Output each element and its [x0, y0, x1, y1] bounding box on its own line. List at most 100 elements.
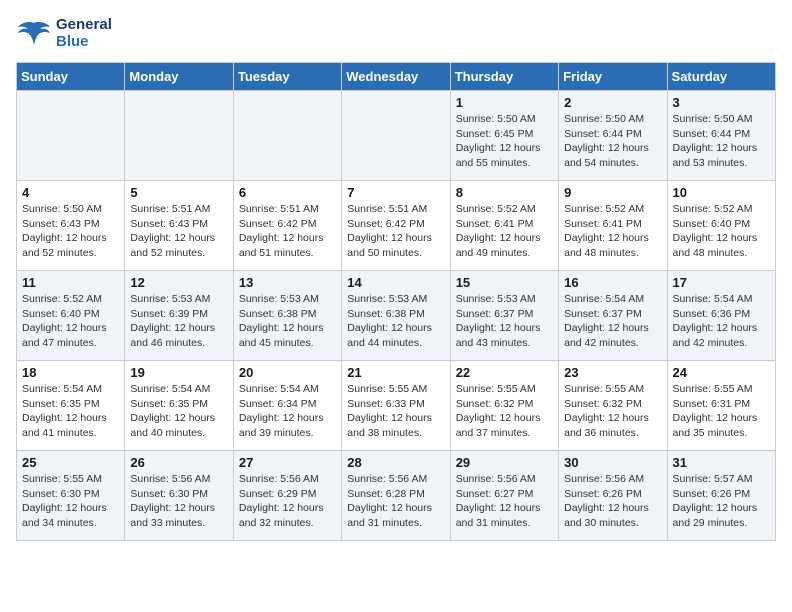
day-number: 25 — [22, 455, 119, 470]
day-detail: Sunrise: 5:51 AMSunset: 6:43 PMDaylight:… — [130, 202, 227, 261]
calendar-cell: 11 Sunrise: 5:52 AMSunset: 6:40 PMDayligh… — [17, 271, 125, 361]
day-number: 26 — [130, 455, 227, 470]
weekday-header-sunday: Sunday — [17, 63, 125, 91]
calendar-cell: 19 Sunrise: 5:54 AMSunset: 6:35 PMDayligh… — [125, 361, 233, 451]
week-row-3: 11 Sunrise: 5:52 AMSunset: 6:40 PMDayligh… — [17, 271, 776, 361]
week-row-4: 18 Sunrise: 5:54 AMSunset: 6:35 PMDayligh… — [17, 361, 776, 451]
calendar-cell: 27 Sunrise: 5:56 AMSunset: 6:29 PMDayligh… — [233, 451, 341, 541]
day-detail: Sunrise: 5:55 AMSunset: 6:31 PMDaylight:… — [673, 382, 770, 441]
day-detail: Sunrise: 5:55 AMSunset: 6:33 PMDaylight:… — [347, 382, 444, 441]
calendar-cell: 30 Sunrise: 5:56 AMSunset: 6:26 PMDayligh… — [559, 451, 667, 541]
day-detail: Sunrise: 5:50 AMSunset: 6:44 PMDaylight:… — [673, 112, 770, 171]
day-number: 1 — [456, 95, 553, 110]
day-detail: Sunrise: 5:53 AMSunset: 6:38 PMDaylight:… — [347, 292, 444, 351]
day-detail: Sunrise: 5:50 AMSunset: 6:45 PMDaylight:… — [456, 112, 553, 171]
day-number: 6 — [239, 185, 336, 200]
day-detail: Sunrise: 5:56 AMSunset: 6:26 PMDaylight:… — [564, 472, 661, 531]
calendar-cell: 25 Sunrise: 5:55 AMSunset: 6:30 PMDayligh… — [17, 451, 125, 541]
calendar-cell: 31Sunrise: 5:57 AMSunset: 6:26 PMDayligh… — [667, 451, 775, 541]
day-number: 11 — [22, 275, 119, 290]
weekday-header-saturday: Saturday — [667, 63, 775, 91]
logo-icon — [16, 19, 52, 47]
calendar-cell: 13Sunrise: 5:53 AMSunset: 6:38 PMDayligh… — [233, 271, 341, 361]
calendar-cell: 12Sunrise: 5:53 AMSunset: 6:39 PMDayligh… — [125, 271, 233, 361]
day-number: 9 — [564, 185, 661, 200]
day-number: 21 — [347, 365, 444, 380]
logo: General Blue — [16, 16, 112, 50]
day-detail: Sunrise: 5:56 AMSunset: 6:27 PMDaylight:… — [456, 472, 553, 531]
weekday-header-thursday: Thursday — [450, 63, 558, 91]
weekday-header-row: SundayMondayTuesdayWednesdayThursdayFrid… — [17, 63, 776, 91]
calendar-cell: 10 Sunrise: 5:52 AMSunset: 6:40 PMDayligh… — [667, 181, 775, 271]
day-detail: Sunrise: 5:52 AMSunset: 6:41 PMDaylight:… — [564, 202, 661, 261]
day-number: 27 — [239, 455, 336, 470]
day-detail: Sunrise: 5:56 AMSunset: 6:29 PMDaylight:… — [239, 472, 336, 531]
day-detail: Sunrise: 5:54 AMSunset: 6:36 PMDaylight:… — [673, 292, 770, 351]
day-detail: Sunrise: 5:52 AMSunset: 6:40 PMDaylight:… — [673, 202, 770, 261]
weekday-header-friday: Friday — [559, 63, 667, 91]
calendar-cell: 7 Sunrise: 5:51 AMSunset: 6:42 PMDaylight… — [342, 181, 450, 271]
day-detail: Sunrise: 5:56 AMSunset: 6:28 PMDaylight:… — [347, 472, 444, 531]
day-number: 15 — [456, 275, 553, 290]
week-row-5: 25 Sunrise: 5:55 AMSunset: 6:30 PMDayligh… — [17, 451, 776, 541]
day-number: 8 — [456, 185, 553, 200]
calendar-cell — [342, 91, 450, 181]
weekday-header-wednesday: Wednesday — [342, 63, 450, 91]
day-number: 18 — [22, 365, 119, 380]
calendar-cell: 21 Sunrise: 5:55 AMSunset: 6:33 PMDayligh… — [342, 361, 450, 451]
calendar-cell: 16 Sunrise: 5:54 AMSunset: 6:37 PMDayligh… — [559, 271, 667, 361]
day-detail: Sunrise: 5:52 AMSunset: 6:41 PMDaylight:… — [456, 202, 553, 261]
day-number: 5 — [130, 185, 227, 200]
week-row-1: 1 Sunrise: 5:50 AMSunset: 6:45 PMDaylight… — [17, 91, 776, 181]
day-detail: Sunrise: 5:55 AMSunset: 6:32 PMDaylight:… — [564, 382, 661, 441]
calendar-cell — [125, 91, 233, 181]
calendar-cell: 1 Sunrise: 5:50 AMSunset: 6:45 PMDaylight… — [450, 91, 558, 181]
calendar-cell: 18 Sunrise: 5:54 AMSunset: 6:35 PMDayligh… — [17, 361, 125, 451]
day-number: 3 — [673, 95, 770, 110]
day-detail: Sunrise: 5:54 AMSunset: 6:34 PMDaylight:… — [239, 382, 336, 441]
calendar-cell: 4 Sunrise: 5:50 AMSunset: 6:43 PMDaylight… — [17, 181, 125, 271]
day-number: 23 — [564, 365, 661, 380]
weekday-header-tuesday: Tuesday — [233, 63, 341, 91]
calendar-cell: 15 Sunrise: 5:53 AMSunset: 6:37 PMDayligh… — [450, 271, 558, 361]
day-number: 4 — [22, 185, 119, 200]
calendar-cell: 22Sunrise: 5:55 AMSunset: 6:32 PMDayligh… — [450, 361, 558, 451]
day-number: 17 — [673, 275, 770, 290]
page-header: General Blue — [16, 16, 776, 50]
day-number: 16 — [564, 275, 661, 290]
day-detail: Sunrise: 5:54 AMSunset: 6:37 PMDaylight:… — [564, 292, 661, 351]
week-row-2: 4 Sunrise: 5:50 AMSunset: 6:43 PMDaylight… — [17, 181, 776, 271]
day-number: 20 — [239, 365, 336, 380]
day-number: 28 — [347, 455, 444, 470]
day-number: 7 — [347, 185, 444, 200]
day-number: 14 — [347, 275, 444, 290]
day-number: 12 — [130, 275, 227, 290]
calendar-cell: 20 Sunrise: 5:54 AMSunset: 6:34 PMDayligh… — [233, 361, 341, 451]
calendar-cell: 14 Sunrise: 5:53 AMSunset: 6:38 PMDayligh… — [342, 271, 450, 361]
day-number: 30 — [564, 455, 661, 470]
calendar-cell: 5 Sunrise: 5:51 AMSunset: 6:43 PMDaylight… — [125, 181, 233, 271]
day-detail: Sunrise: 5:53 AMSunset: 6:37 PMDaylight:… — [456, 292, 553, 351]
day-number: 31 — [673, 455, 770, 470]
day-detail: Sunrise: 5:51 AMSunset: 6:42 PMDaylight:… — [239, 202, 336, 261]
calendar-cell: 9 Sunrise: 5:52 AMSunset: 6:41 PMDaylight… — [559, 181, 667, 271]
calendar-cell — [17, 91, 125, 181]
calendar-cell: 23 Sunrise: 5:55 AMSunset: 6:32 PMDayligh… — [559, 361, 667, 451]
day-detail: Sunrise: 5:50 AMSunset: 6:43 PMDaylight:… — [22, 202, 119, 261]
day-detail: Sunrise: 5:51 AMSunset: 6:42 PMDaylight:… — [347, 202, 444, 261]
calendar-cell: 17 Sunrise: 5:54 AMSunset: 6:36 PMDayligh… — [667, 271, 775, 361]
day-detail: Sunrise: 5:54 AMSunset: 6:35 PMDaylight:… — [22, 382, 119, 441]
day-number: 2 — [564, 95, 661, 110]
day-detail: Sunrise: 5:55 AMSunset: 6:30 PMDaylight:… — [22, 472, 119, 531]
weekday-header-monday: Monday — [125, 63, 233, 91]
day-detail: Sunrise: 5:54 AMSunset: 6:35 PMDaylight:… — [130, 382, 227, 441]
day-detail: Sunrise: 5:52 AMSunset: 6:40 PMDaylight:… — [22, 292, 119, 351]
day-number: 24 — [673, 365, 770, 380]
day-number: 10 — [673, 185, 770, 200]
day-number: 19 — [130, 365, 227, 380]
day-detail: Sunrise: 5:56 AMSunset: 6:30 PMDaylight:… — [130, 472, 227, 531]
day-detail: Sunrise: 5:53 AMSunset: 6:38 PMDaylight:… — [239, 292, 336, 351]
calendar-cell: 2 Sunrise: 5:50 AMSunset: 6:44 PMDaylight… — [559, 91, 667, 181]
day-detail: Sunrise: 5:50 AMSunset: 6:44 PMDaylight:… — [564, 112, 661, 171]
calendar-cell — [233, 91, 341, 181]
